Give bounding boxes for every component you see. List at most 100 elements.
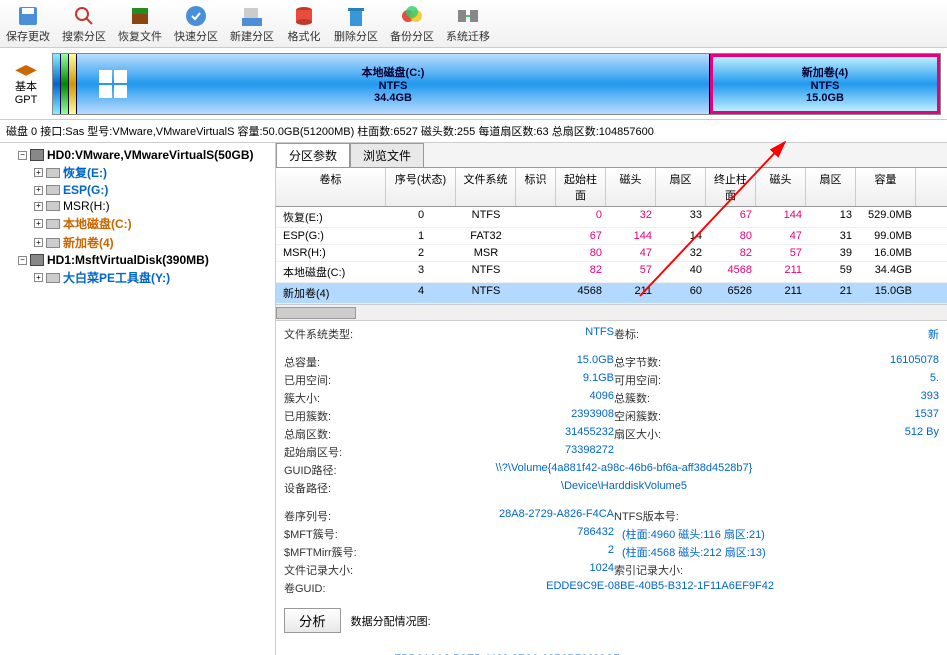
pm-recovery[interactable] [53, 54, 61, 114]
col-header[interactable]: 磁头 [606, 168, 656, 206]
tree-item[interactable]: 恢复(E:) [63, 164, 107, 181]
toolbar-quick-button[interactable]: 快速分区 [168, 0, 224, 47]
col-header[interactable]: 文件系统 [456, 168, 516, 206]
pm-c-size: 34.4GB [374, 92, 412, 104]
tree-item[interactable]: 本地磁盘(C:) [63, 215, 132, 232]
tree-hd0[interactable]: HD0:VMware,VMwareVirtualS(50GB) [47, 148, 254, 162]
col-header[interactable]: 标识 [516, 168, 556, 206]
volume-icon [46, 168, 60, 178]
toolbar-format-button[interactable]: 格式化 [280, 0, 328, 47]
tree-item[interactable]: MSR(H:) [63, 199, 110, 213]
nav-arrows-icon[interactable]: ◀▶ [15, 61, 37, 78]
windows-logo-icon [97, 68, 129, 100]
toolbar-label: 格式化 [288, 28, 321, 44]
total-sec-value: 31455232 [374, 426, 614, 442]
cell-flag [516, 283, 556, 303]
toolbar-new-button[interactable]: 新建分区 [224, 0, 280, 47]
cell-ec: 6526 [706, 283, 756, 303]
table-row[interactable]: MSR(H:)2MSR80473282573916.0MB [276, 245, 947, 262]
cell-seq: 0 [386, 207, 456, 227]
mftmirr-value: 2 [374, 544, 614, 560]
expand-toggle[interactable]: + [34, 168, 43, 177]
col-header[interactable]: 容量 [856, 168, 916, 206]
cell-fs: MSR [456, 245, 516, 261]
tab-browse-files[interactable]: 浏览文件 [350, 143, 424, 167]
cell-ss: 33 [656, 207, 706, 227]
quick-icon [184, 4, 208, 28]
cell-seq: 3 [386, 262, 456, 282]
horizontal-scrollbar[interactable] [276, 304, 947, 320]
col-header[interactable]: 终止柱面 [706, 168, 756, 206]
col-header[interactable]: 序号(状态) [386, 168, 456, 206]
tree-item[interactable]: 大白菜PE工具盘(Y:) [63, 269, 170, 286]
cell-cap: 16.0MB [856, 245, 916, 261]
tree-item[interactable]: ESP(G:) [63, 183, 108, 197]
table-row[interactable]: 本地磁盘(C:)3NTFS82574045682115934.4GB [276, 262, 947, 283]
used-clus-label: 已用簇数: [284, 408, 374, 424]
tab-partition-params[interactable]: 分区参数 [276, 143, 350, 167]
cell-flag [516, 245, 556, 261]
cell-fs: NTFS [456, 283, 516, 303]
backup-icon [400, 4, 424, 28]
ntfs-ver-label: NTFS版本号: [614, 508, 704, 524]
start-sec-value: 73398272 [374, 444, 614, 460]
cell-name: 新加卷(4) [276, 283, 386, 303]
expand-toggle[interactable]: − [18, 151, 27, 160]
cell-ss: 32 [656, 245, 706, 261]
expand-toggle[interactable]: − [18, 256, 27, 265]
volume-icon [46, 219, 60, 229]
toolbar-label: 恢复文件 [118, 28, 162, 44]
toolbar-migrate-button[interactable]: 系统迁移 [440, 0, 496, 47]
expand-toggle[interactable]: + [34, 238, 43, 247]
fs-type-label: 文件系统类型: [284, 326, 374, 342]
expand-toggle[interactable]: + [34, 202, 43, 211]
toolbar-label: 保存更改 [6, 28, 50, 44]
idxrec-label: 索引记录大小: [614, 562, 704, 578]
expand-toggle[interactable]: + [34, 186, 43, 195]
nav-panel: ◀▶ 基本 GPT [6, 61, 46, 106]
scrollbar-thumb[interactable] [276, 307, 356, 319]
nav-basic-label: 基本 [15, 78, 37, 94]
table-row[interactable]: 新加卷(4)4NTFS45682116065262112115.0GB [276, 283, 947, 304]
partition-map[interactable]: 本地磁盘(C:) NTFS 34.4GB 新加卷(4) NTFS 15.0GB [52, 53, 941, 115]
cell-flag [516, 262, 556, 282]
expand-toggle[interactable]: + [34, 219, 43, 228]
start-sec-label: 起始扇区号: [284, 444, 374, 460]
analyze-button[interactable]: 分析 [284, 608, 341, 633]
cell-eh: 57 [756, 245, 806, 261]
pm-esp[interactable] [61, 54, 69, 114]
migrate-icon [456, 4, 480, 28]
partition-details: 文件系统类型:NTFS卷标:新 总容量:15.0GB总字节数:16105078 … [276, 321, 947, 655]
toolbar-save-button[interactable]: 保存更改 [0, 0, 56, 47]
cell-cap: 99.0MB [856, 228, 916, 244]
toolbar-delete-button[interactable]: 删除分区 [328, 0, 384, 47]
col-header[interactable]: 起始柱面 [556, 168, 606, 206]
nav-gpt-label: GPT [15, 94, 38, 106]
filerec-label: 文件记录大小: [284, 562, 374, 578]
free-clus-value: 1537 [704, 408, 939, 424]
toolbar-search-button[interactable]: 搜索分区 [56, 0, 112, 47]
pm-msr[interactable] [69, 54, 77, 114]
table-row[interactable]: ESP(G:)1FAT32671441480473199.0MB [276, 228, 947, 245]
sec-size-value: 512 By [704, 426, 939, 442]
cell-sc: 4568 [556, 283, 606, 303]
expand-toggle[interactable]: + [34, 273, 43, 282]
tree-item[interactable]: 新加卷(4) [63, 234, 114, 251]
col-header[interactable]: 磁头 [756, 168, 806, 206]
total-bytes-label: 总字节数: [614, 354, 704, 370]
toolbar-recover-button[interactable]: 恢复文件 [112, 0, 168, 47]
cell-ec: 67 [706, 207, 756, 227]
pm-new-volume[interactable]: 新加卷(4) NTFS 15.0GB [710, 54, 940, 114]
cell-eh: 211 [756, 262, 806, 282]
cell-es: 13 [806, 207, 856, 227]
vol-label: 卷标: [614, 326, 704, 342]
pm-local-c[interactable]: 本地磁盘(C:) NTFS 34.4GB [77, 54, 710, 114]
col-header[interactable]: 扇区 [656, 168, 706, 206]
cell-ss: 60 [656, 283, 706, 303]
col-header[interactable]: 卷标 [276, 168, 386, 206]
toolbar-backup-button[interactable]: 备份分区 [384, 0, 440, 47]
tree-hd1[interactable]: HD1:MsftVirtualDisk(390MB) [47, 253, 209, 267]
col-header[interactable]: 扇区 [806, 168, 856, 206]
volume-icon [46, 185, 60, 195]
table-row[interactable]: 恢复(E:)0NTFS032336714413529.0MB [276, 207, 947, 228]
